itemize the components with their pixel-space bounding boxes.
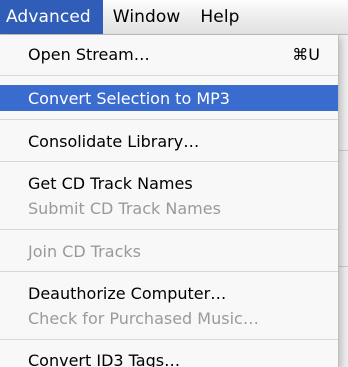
menu-separator — [0, 119, 338, 120]
menu-separator — [0, 75, 338, 76]
menu-help[interactable]: Help — [190, 0, 249, 34]
menu-item-label: Consolidate Library… — [28, 131, 200, 151]
menu-item-convert-id3-tags[interactable]: Convert ID3 Tags… — [0, 347, 338, 367]
menu-advanced[interactable]: Advanced — [0, 0, 103, 34]
menu-item-label: Submit CD Track Names — [28, 198, 221, 218]
menu-window[interactable]: Window — [103, 0, 191, 34]
screen: Advanced Window Help Open Stream… ⌘U Con… — [0, 0, 348, 367]
menu-item-convert-selection-to-mp3[interactable]: Convert Selection to MP3 — [0, 85, 338, 111]
menu-item-label: Join CD Tracks — [28, 241, 141, 261]
menu-item-label: Open Stream… — [28, 44, 150, 64]
menu-item-consolidate-library[interactable]: Consolidate Library… — [0, 128, 338, 154]
menu-item-check-for-purchased-music: Check for Purchased Music… — [0, 305, 338, 331]
menu-separator — [0, 229, 338, 230]
menu-bar: Advanced Window Help — [0, 0, 348, 35]
menu-item-label: Check for Purchased Music… — [28, 308, 259, 328]
menu-item-label: Get CD Track Names — [28, 173, 193, 193]
menu-item-label: Convert ID3 Tags… — [28, 350, 181, 367]
menu-item-get-cd-track-names[interactable]: Get CD Track Names — [0, 170, 338, 196]
keyboard-shortcut: ⌘U — [292, 44, 320, 64]
menu-item-submit-cd-track-names: Submit CD Track Names — [0, 195, 338, 221]
menu-item-open-stream[interactable]: Open Stream… ⌘U — [0, 41, 338, 67]
menu-item-label: Convert Selection to MP3 — [28, 88, 230, 108]
advanced-menu-dropdown: Open Stream… ⌘U Convert Selection to MP3… — [0, 35, 339, 367]
menu-separator — [0, 161, 338, 162]
menu-item-label: Deauthorize Computer… — [28, 283, 227, 303]
background-divider — [338, 266, 348, 267]
menu-separator — [0, 271, 338, 272]
menu-item-join-cd-tracks: Join CD Tracks — [0, 238, 338, 264]
menu-item-deauthorize-computer[interactable]: Deauthorize Computer… — [0, 280, 338, 306]
menu-separator — [0, 339, 338, 340]
background-divider — [338, 150, 348, 151]
